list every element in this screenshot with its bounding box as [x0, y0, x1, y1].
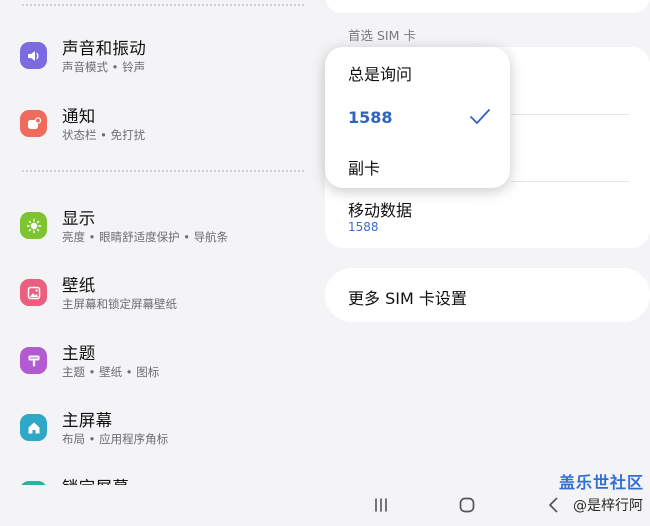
image-icon: [20, 279, 47, 306]
setting-sound-vibration[interactable]: 声音和振动 声音模式 • 铃声: [0, 32, 326, 92]
setting-title: 主屏幕: [62, 411, 113, 430]
check-icon: [470, 109, 490, 124]
popup-option-always-ask[interactable]: 总是询问: [325, 51, 510, 91]
setting-wallpaper[interactable]: 壁纸 主屏幕和锁定屏幕壁纸: [0, 269, 326, 329]
list-divider: [22, 170, 304, 172]
option-label: 1588: [348, 108, 393, 127]
list-divider: [22, 4, 304, 6]
setting-lock-screen[interactable]: 锁定屏幕: [0, 471, 326, 485]
setting-title: 主题: [62, 344, 96, 363]
mobile-data-label: 移动数据: [348, 201, 413, 220]
settings-list: 声音和振动 声音模式 • 铃声 通知 状态栏 • 免打扰 显示 亮度 • 眼睛舒…: [0, 0, 326, 485]
navigation-bar: [0, 485, 650, 526]
mobile-data-value: 1588: [348, 220, 379, 234]
setting-title: 锁定屏幕: [62, 474, 129, 485]
more-sim-settings-label: 更多 SIM 卡设置: [348, 289, 467, 308]
recents-icon[interactable]: [369, 493, 393, 517]
setting-title: 壁纸: [62, 276, 96, 295]
back-icon[interactable]: [542, 493, 566, 517]
setting-subtitle: 布局 • 应用程序角标: [62, 432, 169, 446]
theme-brush-icon: [20, 347, 47, 374]
sim-choice-popup: 总是询问 1588 副卡: [325, 47, 510, 188]
watermark-title: 盖乐世社区: [559, 473, 645, 492]
setting-display[interactable]: 显示 亮度 • 眼睛舒适度保护 • 导航条: [0, 202, 326, 262]
option-label: 总是询问: [348, 65, 413, 84]
sun-icon: [20, 212, 47, 239]
setting-title: 通知: [62, 107, 96, 126]
setting-subtitle: 亮度 • 眼睛舒适度保护 • 导航条: [62, 230, 229, 244]
setting-subtitle: 状态栏 • 免打扰: [62, 128, 146, 142]
setting-subtitle: 声音模式 • 铃声: [62, 60, 146, 74]
volume-icon: [20, 42, 47, 69]
setting-themes[interactable]: 主题 主题 • 壁纸 • 图标: [0, 337, 326, 397]
row-divider: [511, 114, 629, 115]
watermark-subtitle: @是梓行阿: [573, 498, 643, 514]
setting-title: 声音和振动: [62, 39, 146, 58]
row-divider: [511, 181, 629, 182]
home-icon: [20, 414, 47, 441]
popup-option-secondary-sim[interactable]: 副卡: [325, 145, 510, 185]
notification-icon: [20, 110, 47, 137]
top-card: [325, 0, 650, 13]
preferred-sim-header: 首选 SIM 卡: [348, 28, 416, 43]
setting-title: 显示: [62, 209, 96, 228]
more-sim-settings-button[interactable]: 更多 SIM 卡设置: [325, 268, 650, 322]
setting-notifications[interactable]: 通知 状态栏 • 免打扰: [0, 100, 326, 160]
setting-home-screen[interactable]: 主屏幕 布局 • 应用程序角标: [0, 404, 326, 464]
option-label: 副卡: [348, 159, 381, 178]
setting-subtitle: 主屏幕和锁定屏幕壁纸: [62, 297, 177, 311]
home-button-icon[interactable]: [455, 493, 479, 517]
setting-subtitle: 主题 • 壁纸 • 图标: [62, 365, 160, 379]
popup-option-1588[interactable]: 1588: [325, 98, 510, 138]
